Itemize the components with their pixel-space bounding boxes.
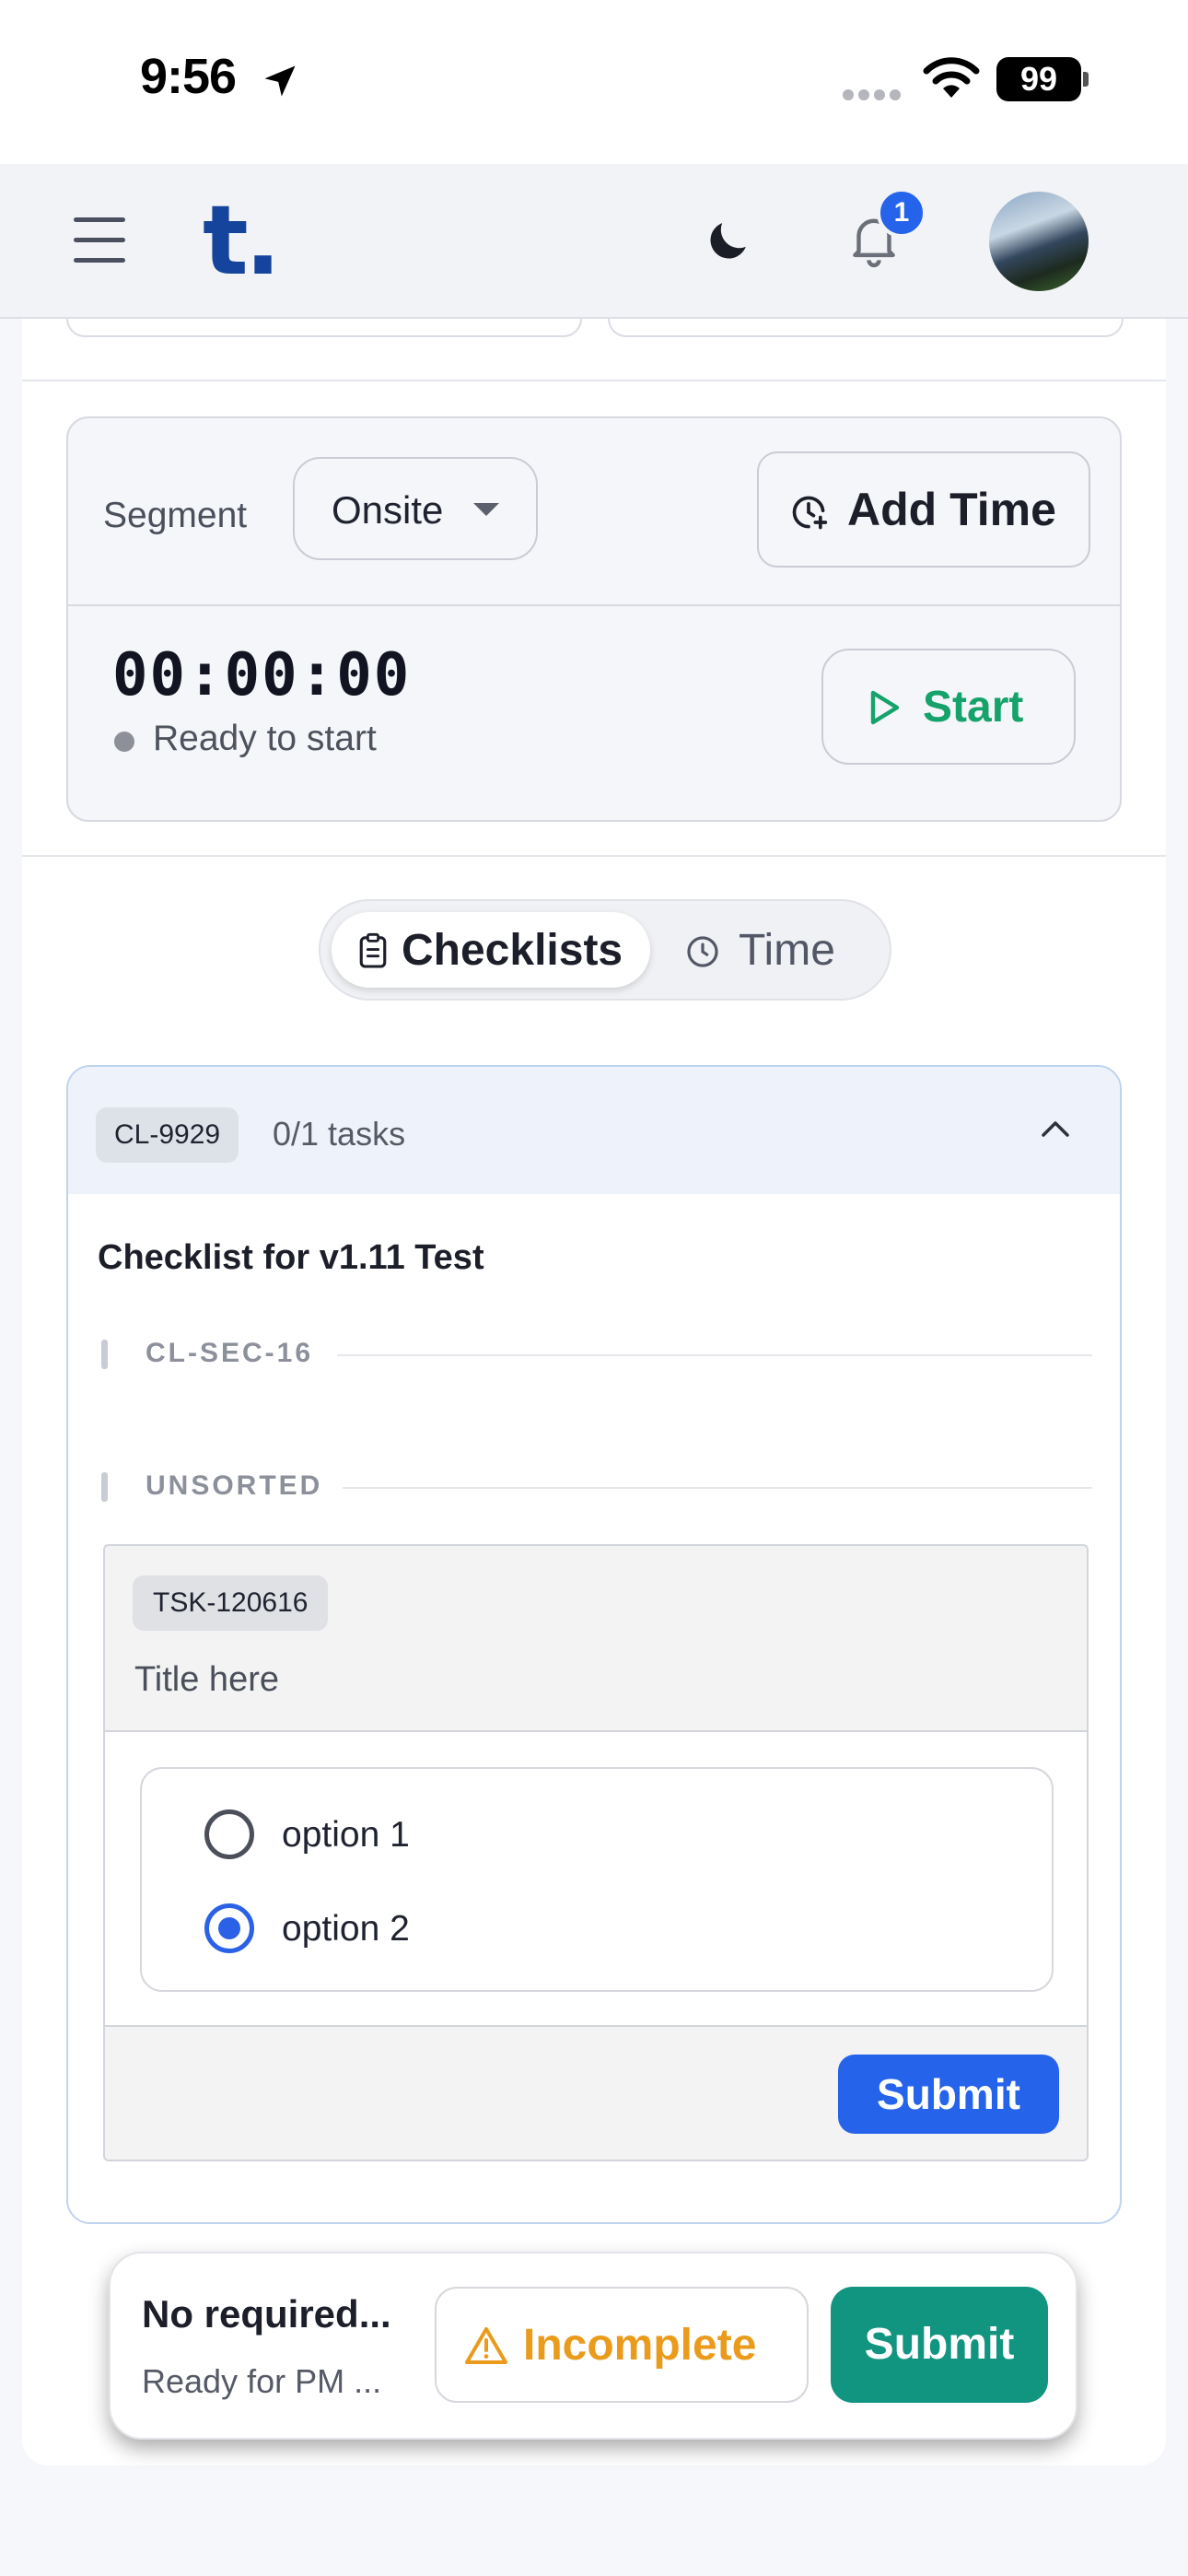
field-stub-right <box>608 319 1124 337</box>
app-logo[interactable]: t. <box>203 190 281 291</box>
view-tabs: Checklists Time <box>319 899 891 1001</box>
status-dot-icon <box>114 732 134 752</box>
tab-checklists[interactable]: Checklists <box>332 912 650 988</box>
add-time-button[interactable]: Add Time <box>757 451 1090 568</box>
section-label: UNSORTED <box>146 1470 323 1501</box>
section-rule <box>337 1354 1092 1356</box>
checklist-header[interactable]: CL-9929 0/1 tasks <box>68 1067 1120 1194</box>
location-arrow-icon <box>264 65 296 97</box>
add-time-label: Add Time <box>847 484 1056 535</box>
clock-plus-icon <box>792 496 828 530</box>
checklist-title: Checklist for v1.11 Test <box>98 1238 484 1277</box>
checklist-id-badge: CL-9929 <box>96 1107 239 1163</box>
status-time: 9:56 <box>140 49 237 104</box>
signal-dots-icon <box>843 89 901 100</box>
section-label: CL-SEC-16 <box>146 1338 314 1368</box>
section-marker <box>101 1340 108 1369</box>
clipboard-icon <box>359 932 387 968</box>
start-label: Start <box>923 683 1024 732</box>
task-title: Title here <box>134 1660 279 1699</box>
task-id-badge: TSK-120616 <box>133 1575 329 1631</box>
checklist-card: CL-9929 0/1 tasks Checklist for v1.11 Te… <box>66 1065 1122 2224</box>
tab-time[interactable]: Time <box>672 912 875 988</box>
avatar[interactable] <box>989 192 1089 291</box>
wifi-icon <box>923 57 980 98</box>
tab-time-label: Time <box>739 926 835 975</box>
play-icon <box>870 690 900 725</box>
main-content: Segment Onsite Add Time 00:00:00 Ready t… <box>22 319 1166 2465</box>
segment-value: Onsite <box>332 488 444 532</box>
field-stub-left <box>66 319 582 337</box>
bottom-action-bar: No required... Ready for PM ... Incomple… <box>109 2252 1077 2440</box>
chevron-up-icon[interactable] <box>1041 1118 1070 1139</box>
bottom-bar-title: No required... <box>142 2292 391 2336</box>
segment-select[interactable]: Onsite <box>293 457 538 560</box>
timer-status: Ready to start <box>153 719 377 758</box>
warning-icon <box>465 2327 507 2364</box>
timer-panel: Segment Onsite Add Time 00:00:00 Ready t… <box>66 416 1122 822</box>
task-submit-button[interactable]: Submit <box>838 2055 1059 2134</box>
battery-icon: 99 <box>996 57 1081 101</box>
elapsed-time: 00:00:00 <box>112 641 412 709</box>
radio-label: option 1 <box>282 1815 410 1855</box>
divider <box>22 380 1166 381</box>
section-marker <box>101 1472 108 1502</box>
app-header: t. 1 <box>0 164 1188 319</box>
radio-group: option 1 option 2 <box>140 1767 1054 1992</box>
battery-nub <box>1083 72 1089 87</box>
clock-icon <box>687 936 718 967</box>
bottom-bar-subtitle: Ready for PM ... <box>142 2362 382 2400</box>
hamburger-menu-icon[interactable] <box>74 217 125 263</box>
incomplete-button[interactable]: Incomplete <box>435 2287 809 2403</box>
submit-button[interactable]: Submit <box>831 2287 1048 2403</box>
radio-unchecked-icon[interactable] <box>204 1809 254 1859</box>
start-button[interactable]: Start <box>821 649 1076 765</box>
notification-badge: 1 <box>877 188 926 238</box>
moon-icon[interactable] <box>702 216 753 267</box>
task-options-area: option 1 option 2 <box>105 1730 1087 2027</box>
caret-down-icon <box>473 503 499 516</box>
radio-checked-icon[interactable] <box>204 1903 254 1953</box>
section-header: UNSORTED <box>101 1469 1092 1505</box>
status-bar: 9:56 99 <box>0 0 1188 164</box>
checklist-progress: 0/1 tasks <box>273 1115 406 1153</box>
section-rule <box>343 1487 1092 1489</box>
section-header: CL-SEC-16 <box>101 1336 1092 1373</box>
tab-checklists-label: Checklists <box>402 926 623 975</box>
incomplete-label: Incomplete <box>523 2321 757 2370</box>
divider <box>22 855 1166 857</box>
radio-label: option 2 <box>282 1909 410 1949</box>
segment-label: Segment <box>103 496 248 535</box>
task-item: TSK-120616 Title here option 1 option 2 … <box>103 1544 1089 2161</box>
timer-divider <box>68 604 1120 606</box>
